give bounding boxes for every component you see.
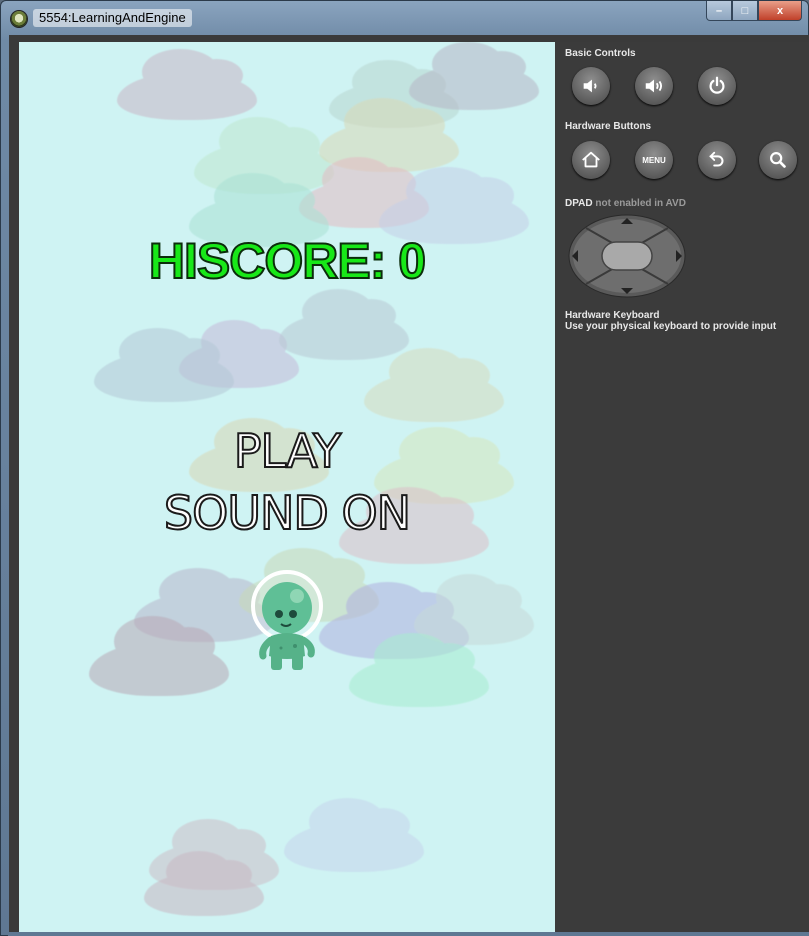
back-icon bbox=[709, 151, 724, 167]
hardware-keyboard-info: Hardware Keyboard Use your physical keyb… bbox=[565, 310, 776, 332]
dpad-label: DPAD not enabled in AVD bbox=[565, 198, 686, 209]
cloud bbox=[144, 850, 264, 916]
hardware-buttons-label: Hardware Buttons bbox=[565, 121, 652, 132]
home-button[interactable] bbox=[572, 141, 610, 179]
search-icon bbox=[770, 152, 786, 168]
cloud bbox=[364, 348, 504, 422]
dpad-label-bold: DPAD bbox=[565, 198, 593, 209]
volume-up-icon bbox=[645, 79, 663, 93]
volume-up-button[interactable] bbox=[635, 67, 673, 105]
alien-character bbox=[251, 570, 323, 670]
cloud bbox=[89, 616, 229, 696]
cloud bbox=[409, 42, 539, 110]
play-menu-item[interactable]: PLAY bbox=[19, 423, 555, 479]
menu-icon: MENU bbox=[642, 155, 666, 165]
home-icon bbox=[582, 151, 600, 168]
dpad-label-status: not enabled in AVD bbox=[595, 198, 686, 209]
close-button[interactable]: x bbox=[758, 1, 802, 21]
hardware-keyboard-title: Hardware Keyboard bbox=[565, 310, 660, 321]
window-buttons: – □ x bbox=[706, 1, 802, 21]
volume-down-button[interactable] bbox=[572, 67, 610, 105]
cloud bbox=[94, 328, 234, 402]
title-bar[interactable]: 5554:LearningAndEngine – □ x bbox=[1, 1, 808, 35]
menu-button[interactable]: MENU bbox=[635, 141, 673, 179]
power-icon bbox=[709, 76, 725, 94]
cloud bbox=[279, 288, 409, 360]
maximize-button[interactable]: □ bbox=[732, 1, 758, 21]
minimize-icon: – bbox=[715, 4, 723, 17]
cloud bbox=[284, 798, 424, 872]
hardware-keyboard-text: Use your physical keyboard to provide in… bbox=[565, 321, 777, 332]
minimize-button[interactable]: – bbox=[706, 1, 732, 21]
window-title: 5554:LearningAndEngine bbox=[33, 9, 192, 27]
hiscore-label: HISCORE: 0 bbox=[148, 232, 427, 290]
basic-controls-label: Basic Controls bbox=[565, 48, 636, 59]
emulator-control-panel: Basic Controls Hardware Buttons MENU DPA… bbox=[555, 42, 809, 932]
power-button[interactable] bbox=[698, 67, 736, 105]
game-screen[interactable]: HISCORE: 0 PLAY SOUND ON bbox=[19, 42, 555, 932]
maximize-icon: □ bbox=[741, 4, 749, 17]
back-button[interactable] bbox=[698, 141, 736, 179]
close-icon: x bbox=[776, 4, 784, 17]
search-button[interactable] bbox=[759, 141, 797, 179]
dpad-control[interactable] bbox=[568, 214, 686, 298]
window-bottom-border bbox=[8, 932, 809, 936]
volume-down-icon bbox=[583, 79, 597, 93]
android-app-icon bbox=[11, 11, 27, 27]
cloud bbox=[117, 48, 257, 120]
cloud bbox=[349, 633, 489, 707]
sound-toggle-menu-item[interactable]: SOUND ON bbox=[19, 485, 555, 541]
